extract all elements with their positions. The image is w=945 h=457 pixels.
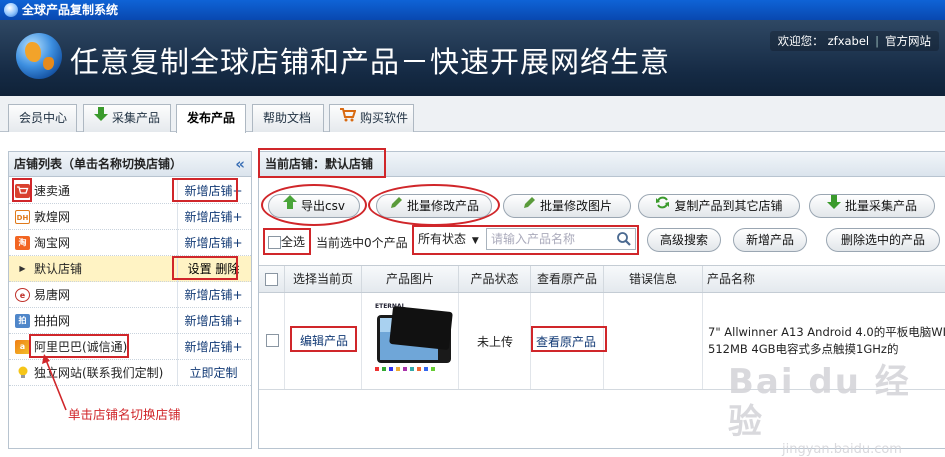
annotation-box xyxy=(290,326,357,352)
selected-count-text: 当前选中0个产品 xyxy=(316,234,408,251)
column-header: 选择当前页 xyxy=(285,266,362,292)
user-links: 欢迎您： zfxabel | 官方网站 xyxy=(769,31,939,51)
button-label: 复制产品到其它店铺 xyxy=(674,199,783,213)
pencil-icon xyxy=(522,195,536,217)
tab-label: 帮助文档 xyxy=(263,111,312,125)
header-checkbox-cell xyxy=(259,266,285,292)
annotation-box xyxy=(12,178,32,202)
shop-name[interactable]: 默认店铺 xyxy=(34,256,82,282)
tab-publish-products[interactable]: 发布产品 xyxy=(176,104,246,133)
shop-name[interactable]: 速卖通 xyxy=(34,178,70,204)
row-image-cell: ETERNAL xyxy=(362,293,459,389)
window-title: 全球产品复制系统 xyxy=(22,3,119,17)
watermark-url: jingyan.baidu.com xyxy=(782,442,902,457)
column-header: 产品状态 xyxy=(459,266,531,292)
tab-buy-software[interactable]: 购买软件 xyxy=(329,104,414,132)
paipai-icon: 拍 xyxy=(15,314,30,328)
delete-selected-button[interactable]: 删除选中的产品 xyxy=(826,228,940,252)
annotation-ellipse xyxy=(368,184,500,226)
download-arrow-icon xyxy=(94,105,108,132)
username-link[interactable]: zfxabel xyxy=(828,34,870,48)
add-product-button[interactable]: 新增产品 xyxy=(733,228,807,252)
tab-label: 会员中心 xyxy=(19,111,68,125)
collapse-icon[interactable]: « xyxy=(235,155,245,173)
tab-member-center[interactable]: 会员中心 xyxy=(8,104,77,132)
app-globe-icon xyxy=(4,3,18,17)
header-checkbox[interactable] xyxy=(265,273,278,286)
add-shop-link[interactable]: 新增店铺+ xyxy=(177,282,249,308)
row-error-cell xyxy=(604,293,703,389)
welcome-label: 欢迎您： xyxy=(777,34,824,48)
official-site-link[interactable]: 官方网站 xyxy=(885,34,931,48)
selected-suffix: 个产品 xyxy=(371,236,408,250)
add-shop-link[interactable]: 新增店铺+ xyxy=(177,308,249,334)
cart-icon xyxy=(340,105,357,132)
globe-logo-icon xyxy=(16,33,62,79)
annotation-box xyxy=(172,256,238,280)
window-title-bar: 全球产品复制系统 xyxy=(0,0,945,20)
product-table-header: 选择当前页 产品图片 产品状态 查看原产品 错误信息 产品名称 xyxy=(259,265,945,293)
row-checkbox[interactable] xyxy=(266,334,279,347)
batch-collect-button[interactable]: 批量采集产品 xyxy=(809,194,935,218)
add-shop-link[interactable]: 新增店铺+ xyxy=(177,230,249,256)
main-tab-bar: 会员中心 采集产品 发布产品 帮助文档 购买软件 xyxy=(0,96,945,133)
shop-name[interactable]: 拍拍网 xyxy=(34,308,70,334)
shop-list-header: 店铺列表（单击名称切换店铺） xyxy=(9,152,251,177)
tab-label: 购买软件 xyxy=(360,111,409,125)
copy-to-other-shop-button[interactable]: 复制产品到其它店铺 xyxy=(638,194,800,218)
selected-prefix: 当前选中 xyxy=(316,236,365,250)
annotation-box xyxy=(412,225,639,255)
button-label: 批量修改图片 xyxy=(539,199,612,213)
tab-collect-products[interactable]: 采集产品 xyxy=(83,104,171,132)
baidu-watermark: Bai du 经验 jingyan.baidu.com xyxy=(728,362,928,457)
product-name-line: 7" Allwinner A13 Android 4.0的平板电脑WIFI无 xyxy=(708,325,945,339)
column-header: 查看原产品 xyxy=(531,266,604,292)
banner-slogan: 任意复制全球店铺和产品－快速开展网络生意 xyxy=(70,45,671,79)
column-header: 产品图片 xyxy=(362,266,459,292)
header-banner: 任意复制全球店铺和产品－快速开展网络生意 欢迎您： zfxabel | 官方网站 xyxy=(0,20,945,96)
batch-edit-images-button[interactable]: 批量修改图片 xyxy=(503,194,631,218)
column-header: 错误信息 xyxy=(604,266,703,292)
shop-item-dhgate[interactable]: DH 敦煌网 新增店铺+ xyxy=(9,204,251,230)
etang-icon: e xyxy=(15,288,30,302)
shop-name[interactable]: 易唐网 xyxy=(34,282,70,308)
annotation-ellipse xyxy=(261,184,367,226)
shop-name[interactable]: 敦煌网 xyxy=(34,204,70,230)
annotation-note: 单击店铺名切换店铺 xyxy=(68,407,181,422)
advanced-search-button[interactable]: 高级搜索 xyxy=(647,228,721,252)
alibaba-icon: a xyxy=(15,340,30,354)
annotation-box xyxy=(258,148,386,178)
product-image[interactable]: ETERNAL xyxy=(371,301,456,383)
bulb-icon xyxy=(15,366,30,380)
watermark-text: Bai du 经验 xyxy=(728,362,911,442)
custom-order-link[interactable]: 立即定制 xyxy=(177,360,249,386)
taobao-icon: 淘 xyxy=(15,236,30,250)
tab-label: 发布产品 xyxy=(187,111,236,125)
column-header: 产品名称 xyxy=(707,272,756,286)
triangle-icon: ▶ xyxy=(19,264,26,273)
add-shop-link[interactable]: 新增店铺+ xyxy=(177,334,249,360)
product-name-line: 512MB 4GB电容式多点触摸1GHz的 xyxy=(708,342,899,356)
tab-label: 采集产品 xyxy=(112,111,161,125)
download-arrow-icon xyxy=(826,194,841,217)
button-label: 批量采集产品 xyxy=(844,199,917,213)
product-name: 7" Allwinner A13 Android 4.0的平板电脑WIFI无 5… xyxy=(708,324,945,358)
annotation-box xyxy=(263,228,311,255)
row-checkbox-cell xyxy=(259,293,285,389)
product-status: 未上传 xyxy=(476,335,513,349)
refresh-icon xyxy=(655,195,670,217)
shop-item-taobao[interactable]: 淘 淘宝网 新增店铺+ xyxy=(9,230,251,256)
selected-count: 0 xyxy=(364,236,372,250)
shop-item-etang[interactable]: e 易唐网 新增店铺+ xyxy=(9,282,251,308)
dhgate-icon: DH xyxy=(15,210,30,224)
tab-help-docs[interactable]: 帮助文档 xyxy=(252,104,324,132)
shop-name[interactable]: 淘宝网 xyxy=(34,230,70,256)
shop-item-paipai[interactable]: 拍 拍拍网 新增店铺+ xyxy=(9,308,251,334)
row-status-cell: 未上传 xyxy=(459,293,531,389)
annotation-box xyxy=(531,326,607,352)
annotation-box xyxy=(172,178,238,202)
add-shop-link[interactable]: 新增店铺+ xyxy=(177,204,249,230)
